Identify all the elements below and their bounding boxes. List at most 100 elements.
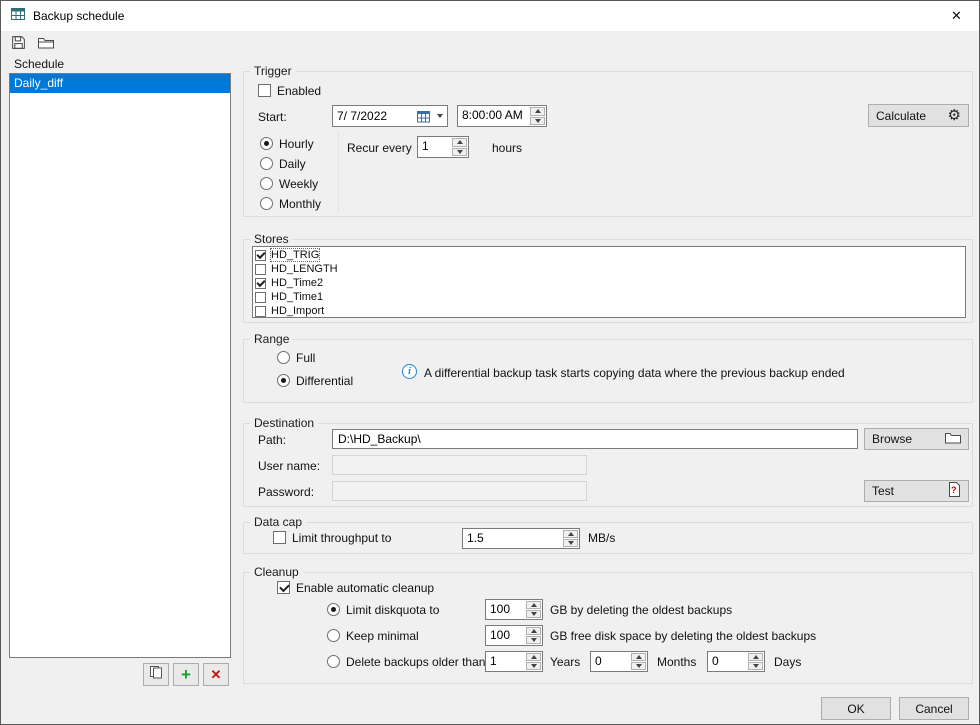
limit-throughput-label[interactable]: Limit throughput to <box>292 531 391 545</box>
diskquota-spin-up-button[interactable] <box>526 601 541 609</box>
keep-minimal-value[interactable]: 100 <box>486 626 525 645</box>
older-days-spin-up-button[interactable] <box>748 653 763 661</box>
start-time-value[interactable]: 8:00:00 AM <box>458 106 529 126</box>
older-years-spin-down-button[interactable] <box>526 662 541 670</box>
keep-minimal-stepper[interactable]: 100 <box>485 625 543 646</box>
frequency-label-hourly[interactable]: Hourly <box>279 137 314 151</box>
range-group: Range Full Differential i A differential… <box>243 339 973 403</box>
store-checkbox[interactable] <box>255 264 266 275</box>
diskquota-spin-down-button[interactable] <box>526 610 541 618</box>
older-years-value[interactable]: 1 <box>486 652 525 671</box>
copy-schedule-button[interactable] <box>143 663 169 686</box>
destination-group-label: Destination <box>250 416 318 430</box>
delete-schedule-button[interactable]: ✕ <box>203 663 229 686</box>
start-date-picker[interactable]: 7/ 7/2022 <box>332 105 448 127</box>
ok-button[interactable]: OK <box>821 697 891 720</box>
diskquota-stepper[interactable]: 100 <box>485 599 543 620</box>
store-checkbox[interactable] <box>255 306 266 317</box>
recur-every-label: Recur every <box>347 141 412 155</box>
store-checkbox[interactable] <box>255 292 266 303</box>
diskquota-value[interactable]: 100 <box>486 600 525 619</box>
throughput-value[interactable]: 1.5 <box>463 529 562 548</box>
username-label: User name: <box>258 459 320 473</box>
date-dropdown-button[interactable] <box>432 106 447 126</box>
store-name[interactable]: HD_LENGTH <box>271 263 338 275</box>
save-button[interactable] <box>6 33 30 55</box>
store-row: HD_Time1 <box>255 290 963 304</box>
recur-spin-down-button[interactable] <box>452 148 467 157</box>
titlebar: Backup schedule ✕ <box>1 1 979 31</box>
store-row: HD_Import <box>255 304 963 318</box>
cleanup-radio-diskquota[interactable] <box>327 603 340 616</box>
frequency-radio-monthly[interactable] <box>260 197 273 210</box>
add-schedule-button[interactable]: + <box>173 663 199 686</box>
backup-schedule-dialog: Backup schedule ✕ Schedule Dail <box>0 0 980 725</box>
recur-every-value[interactable]: 1 <box>418 137 451 157</box>
older-years-spin-up-button[interactable] <box>526 653 541 661</box>
limit-throughput-checkbox[interactable] <box>273 531 286 544</box>
store-name[interactable]: HD_TRIG <box>271 249 319 261</box>
range-label-full[interactable]: Full <box>296 351 315 365</box>
test-button[interactable]: Test ? <box>864 480 969 502</box>
enable-cleanup-checkbox[interactable] <box>277 581 290 594</box>
throughput-spin-down-button[interactable] <box>563 539 578 547</box>
schedule-list: Daily_diff <box>9 73 231 658</box>
range-label-differential[interactable]: Differential <box>296 374 353 388</box>
keep-minimal-spin-down-button[interactable] <box>526 636 541 644</box>
throughput-stepper[interactable]: 1.5 <box>462 528 580 549</box>
store-name[interactable]: HD_Time1 <box>271 291 323 303</box>
cancel-button[interactable]: Cancel <box>899 697 969 720</box>
cleanup-radio-older-than[interactable] <box>327 655 340 668</box>
open-button[interactable] <box>34 33 58 55</box>
start-date-value[interactable]: 7/ 7/2022 <box>333 109 414 123</box>
range-radio-full[interactable] <box>277 351 290 364</box>
chevron-down-icon <box>437 114 443 118</box>
frequency-label-daily[interactable]: Daily <box>279 157 306 171</box>
older-days-stepper[interactable]: 0 <box>707 651 765 672</box>
older-days-value[interactable]: 0 <box>708 652 747 671</box>
time-spin-down-button[interactable] <box>530 117 545 126</box>
cleanup-group-label: Cleanup <box>250 565 303 579</box>
enabled-label[interactable]: Enabled <box>277 84 321 98</box>
calendar-icon <box>414 110 432 123</box>
cleanup-label-diskquota[interactable]: Limit diskquota to <box>346 603 439 617</box>
stores-group: Stores HD_TRIG HD_LENGTH HD_Time2 HD_Tim… <box>243 239 973 323</box>
older-months-value[interactable]: 0 <box>591 652 630 671</box>
cleanup-label-older-than[interactable]: Delete backups older than <box>346 655 485 669</box>
store-checkbox[interactable] <box>255 278 266 289</box>
cleanup-radio-keep-minimal[interactable] <box>327 629 340 642</box>
frequency-radio-hourly[interactable] <box>260 137 273 150</box>
cleanup-label-keep-minimal[interactable]: Keep minimal <box>346 629 419 643</box>
range-info-text: A differential backup task starts copyin… <box>424 366 845 380</box>
schedule-list-item[interactable]: Daily_diff <box>10 74 230 93</box>
frequency-radio-daily[interactable] <box>260 157 273 170</box>
cleanup-group: Cleanup Enable automatic cleanup Limit d… <box>243 572 973 684</box>
frequency-label-weekly[interactable]: Weekly <box>279 177 318 191</box>
recur-every-stepper[interactable]: 1 <box>417 136 469 158</box>
browse-button[interactable]: Browse <box>864 428 969 450</box>
store-name[interactable]: HD_Import <box>271 305 324 317</box>
start-time-picker[interactable]: 8:00:00 AM <box>457 105 547 127</box>
store-name[interactable]: HD_Time2 <box>271 277 323 289</box>
older-days-spin-down-button[interactable] <box>748 662 763 670</box>
close-button[interactable]: ✕ <box>934 1 979 31</box>
info-icon: i <box>402 364 417 379</box>
frequency-radio-weekly[interactable] <box>260 177 273 190</box>
throughput-unit-label: MB/s <box>588 531 615 545</box>
store-checkbox[interactable] <box>255 250 266 261</box>
calculate-button[interactable]: Calculate ⚙ <box>868 104 969 127</box>
throughput-spin-up-button[interactable] <box>563 530 578 538</box>
stores-list: HD_TRIG HD_LENGTH HD_Time2 HD_Time1 HD_I… <box>252 246 966 318</box>
path-field[interactable]: D:\HD_Backup\ <box>332 429 858 449</box>
enable-cleanup-label[interactable]: Enable automatic cleanup <box>296 581 434 595</box>
older-months-stepper[interactable]: 0 <box>590 651 648 672</box>
recur-spin-up-button[interactable] <box>452 138 467 147</box>
time-spin-up-button[interactable] <box>530 107 545 116</box>
range-radio-differential[interactable] <box>277 374 290 387</box>
older-years-stepper[interactable]: 1 <box>485 651 543 672</box>
frequency-label-monthly[interactable]: Monthly <box>279 197 321 211</box>
older-months-spin-up-button[interactable] <box>631 653 646 661</box>
older-months-spin-down-button[interactable] <box>631 662 646 670</box>
enabled-checkbox[interactable] <box>258 84 271 97</box>
keep-minimal-spin-up-button[interactable] <box>526 627 541 635</box>
